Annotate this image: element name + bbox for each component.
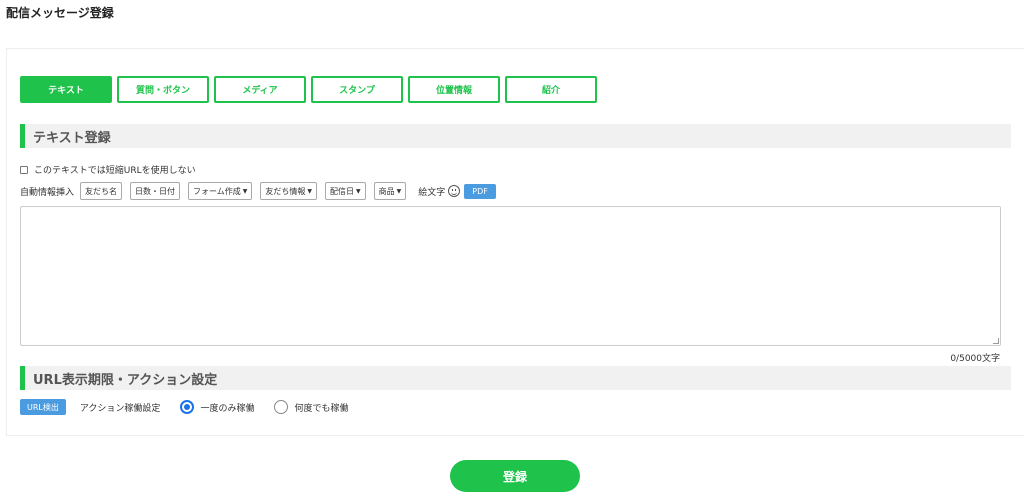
message-textarea[interactable] xyxy=(20,206,1001,346)
page-title: 配信メッセージ登録 xyxy=(6,6,114,20)
radio-once[interactable] xyxy=(180,400,195,414)
insert-date-button[interactable]: 日数・日付 xyxy=(130,182,181,200)
register-button[interactable]: 登録 xyxy=(450,460,580,492)
action-setting-label: アクション稼働設定 xyxy=(79,403,161,414)
radio-many[interactable] xyxy=(274,400,289,414)
text-section-header: テキスト登録 xyxy=(20,124,1011,148)
insert-product-dropdown[interactable]: 商品 ▼ xyxy=(373,182,407,200)
insert-friend-name-button[interactable]: 友だち名 xyxy=(80,182,123,200)
emoji-picker[interactable]: 絵文字 xyxy=(418,185,461,198)
message-type-tabs: テキスト 質問・ボタン メディア スタンプ 位置情報 紹介 xyxy=(20,76,597,103)
tab-text[interactable]: テキスト xyxy=(20,76,112,103)
insert-delivery-date-dropdown[interactable]: 配信日 ▼ xyxy=(325,182,366,200)
no-short-url-label: このテキストでは短縮URLを使用しない xyxy=(34,166,196,176)
auto-insert-toolbar: 自動情報挿入 友だち名 日数・日付 フォーム作成 ▼ 友だち情報 ▼ 配信日 ▼ 商品… xyxy=(20,182,496,200)
auto-insert-label: 自動情報挿入 xyxy=(20,187,75,198)
no-short-url-checkbox[interactable] xyxy=(20,165,28,174)
caret-down-icon: ▼ xyxy=(242,187,248,195)
radio-many-label: 何度でも稼働 xyxy=(294,403,349,414)
caret-down-icon: ▼ xyxy=(356,187,361,195)
url-check-button[interactable]: URL検出 xyxy=(20,399,66,415)
tab-introduction[interactable]: 紹介 xyxy=(505,76,597,103)
emoji-label: 絵文字 xyxy=(418,187,446,198)
caret-down-icon: ▼ xyxy=(307,187,313,195)
url-section-header: URL表示期限・アクション設定 xyxy=(20,366,1011,390)
tab-location[interactable]: 位置情報 xyxy=(408,76,500,103)
action-settings-row: URL検出 アクション稼働設定 一度のみ稼働 何度でも稼働 xyxy=(20,399,348,415)
tab-media[interactable]: メディア xyxy=(214,76,306,103)
tab-stamp[interactable]: スタンプ xyxy=(311,76,403,103)
insert-form-dropdown[interactable]: フォーム作成 ▼ xyxy=(188,182,253,200)
radio-once-label: 一度のみ稼働 xyxy=(200,403,255,414)
resize-handle-icon[interactable] xyxy=(993,338,999,344)
caret-down-icon: ▼ xyxy=(396,187,402,195)
insert-friend-info-dropdown[interactable]: 友だち情報 ▼ xyxy=(260,182,318,200)
char-count: 0/5000文字 xyxy=(950,354,1000,364)
short-url-option: このテキストでは短縮URLを使用しない xyxy=(20,163,196,176)
tab-question-button[interactable]: 質問・ボタン xyxy=(117,76,209,103)
pdf-button[interactable]: PDF xyxy=(464,183,496,199)
smile-icon[interactable] xyxy=(448,185,461,197)
